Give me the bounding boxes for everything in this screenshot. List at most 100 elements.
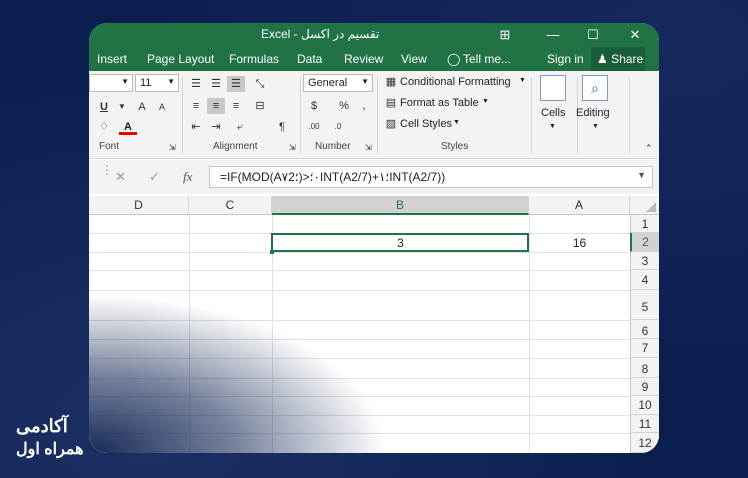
align-left-icon[interactable]: ≡: [187, 98, 205, 114]
chevron-down-icon[interactable]: ▼: [637, 170, 646, 180]
fill-color-icon[interactable]: ♢: [95, 119, 113, 135]
drag-handle-icon[interactable]: ⋮: [101, 163, 113, 177]
column-header-c[interactable]: C: [189, 196, 272, 215]
shrink-font-button[interactable]: A: [153, 99, 171, 115]
title-bar: تقسیم در اکسل - Excel ⊞ — ☐ ✕: [89, 23, 659, 47]
cell-b2[interactable]: 3: [272, 236, 529, 250]
row-header-12[interactable]: 12: [630, 433, 659, 453]
number-group-label: Number: [315, 141, 351, 152]
minimize-button[interactable]: —: [539, 25, 567, 45]
row-header-9[interactable]: 9: [630, 378, 659, 396]
close-button[interactable]: ✕: [621, 25, 649, 45]
row-header-2[interactable]: 2: [630, 233, 659, 252]
tab-data[interactable]: Data: [297, 52, 322, 66]
comma-style-button[interactable]: ,: [355, 98, 373, 114]
row-header-7[interactable]: 7: [630, 339, 659, 358]
middle-align-icon[interactable]: ☰: [207, 76, 225, 92]
sign-in-link[interactable]: Sign in: [547, 52, 584, 66]
dialog-launcher-icon[interactable]: ⇲: [289, 143, 296, 152]
gridline: [89, 290, 630, 291]
cell-styles-icon: ▨: [385, 118, 397, 130]
dialog-launcher-icon[interactable]: ⇲: [365, 143, 372, 152]
cell-a2[interactable]: 16: [529, 236, 630, 250]
search-icon[interactable]: ⌕: [582, 75, 608, 101]
tab-review[interactable]: Review: [344, 52, 383, 66]
enter-button[interactable]: ✓: [149, 169, 160, 185]
share-button[interactable]: ♟ Share: [591, 47, 645, 71]
formula-bar: ⋮ ✕ ✓ fx =IF(MOD(A۷؛2)>۰؛INT(A2/7)+۱؛INT…: [89, 160, 659, 194]
person-icon: ♟: [597, 52, 608, 66]
cells-button[interactable]: Cells: [541, 107, 565, 119]
font-size-dropdown[interactable]: 11 ▼: [135, 74, 179, 92]
window-title: تقسیم در اکسل - Excel: [261, 27, 380, 41]
row-header-6[interactable]: 6: [630, 320, 659, 339]
top-align-icon[interactable]: ☰: [187, 76, 205, 92]
orientation-icon[interactable]: ⤡: [251, 76, 269, 92]
cell-styles-button[interactable]: Cell Styles: [400, 118, 452, 130]
gridline: [89, 252, 630, 253]
wrap-text-icon[interactable]: ⤶: [231, 119, 249, 135]
divider: [182, 77, 183, 153]
underline-button[interactable]: U: [95, 99, 113, 115]
decrease-indent-icon[interactable]: ⇤: [187, 119, 205, 135]
gridline: [89, 270, 630, 271]
chevron-down-icon[interactable]: ▼: [113, 99, 131, 115]
chevron-down-icon: ▼: [453, 119, 460, 126]
brand-logo: آکادمی همراه اول: [16, 416, 84, 459]
tab-page-layout[interactable]: Page Layout: [147, 52, 214, 66]
row-header-1[interactable]: 1: [630, 215, 659, 233]
editing-button[interactable]: Editing: [576, 107, 610, 119]
paragraph-direction-icon[interactable]: ¶: [273, 119, 291, 135]
row-header-10[interactable]: 10: [630, 396, 659, 415]
worksheet-grid[interactable]: D C B A 1 2 3 4 5 6 7 8 9 10 11 12 3 16: [89, 196, 659, 453]
increase-decimal-icon[interactable]: .00: [305, 119, 323, 135]
collapse-ribbon-icon[interactable]: ⌃: [645, 143, 653, 154]
column-header-a[interactable]: A: [529, 196, 630, 215]
bottom-align-icon[interactable]: ☰: [227, 76, 245, 92]
tab-insert[interactable]: Insert: [97, 52, 127, 66]
grow-font-button[interactable]: A: [133, 99, 151, 115]
ribbon-display-options-icon[interactable]: ⊞: [491, 25, 519, 45]
row-header-5[interactable]: 5: [630, 290, 659, 320]
divider: [377, 77, 378, 153]
align-center-icon[interactable]: ≡: [207, 98, 225, 114]
formula-input[interactable]: =IF(MOD(A۷؛2)>۰؛INT(A2/7)+۱؛INT(A2/7)) ▼: [209, 166, 653, 188]
row-header-8[interactable]: 8: [630, 358, 659, 378]
cancel-button[interactable]: ✕: [115, 169, 126, 185]
font-name-dropdown[interactable]: ▼: [89, 74, 133, 92]
decorative-overlay: [89, 293, 389, 453]
insert-function-button[interactable]: fx: [183, 169, 192, 185]
row-header-11[interactable]: 11: [630, 415, 659, 433]
conditional-formatting-button[interactable]: Conditional Formatting: [400, 76, 511, 88]
fill-handle[interactable]: [270, 250, 274, 254]
conditional-formatting-icon: ▦: [385, 76, 397, 88]
brand-line-2: همراه اول: [16, 441, 84, 458]
maximize-button[interactable]: ☐: [579, 25, 607, 45]
format-as-table-button[interactable]: Format as Table: [400, 97, 479, 109]
share-label: Share: [611, 52, 644, 66]
row-header-4[interactable]: 4: [630, 270, 659, 290]
increase-indent-icon[interactable]: ⇥: [207, 119, 225, 135]
cells-icon[interactable]: [540, 75, 566, 101]
select-all-corner[interactable]: [630, 196, 659, 215]
ribbon-tabs: Insert Page Layout Formulas Data Review …: [89, 47, 659, 71]
currency-button[interactable]: $: [305, 98, 323, 114]
percent-button[interactable]: %: [335, 98, 353, 114]
format-as-table-icon: ▤: [385, 97, 397, 109]
chevron-down-icon: ▼: [549, 123, 556, 130]
tell-me-box[interactable]: Tell me...: [463, 52, 511, 66]
column-header-b[interactable]: B: [272, 196, 529, 215]
column-header-d[interactable]: D: [89, 196, 189, 215]
number-format-dropdown[interactable]: General ▼: [303, 74, 373, 92]
row-header-3[interactable]: 3: [630, 252, 659, 270]
tab-view[interactable]: View: [401, 52, 427, 66]
divider: [300, 77, 301, 153]
merge-center-icon[interactable]: ⊟: [251, 98, 269, 114]
decrease-decimal-icon[interactable]: .0: [329, 119, 347, 135]
chevron-down-icon: ▼: [361, 77, 369, 86]
font-color-button[interactable]: A: [119, 119, 137, 135]
tab-formulas[interactable]: Formulas: [229, 52, 279, 66]
divider: [531, 77, 532, 153]
dialog-launcher-icon[interactable]: ⇲: [169, 143, 176, 152]
align-right-icon[interactable]: ≡: [227, 98, 245, 114]
